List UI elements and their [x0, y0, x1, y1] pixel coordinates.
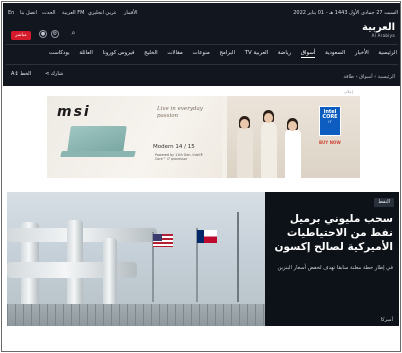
nav-item-gulf[interactable]: الخليج: [144, 50, 158, 56]
top-link-contact[interactable]: اتصل بنا: [20, 10, 37, 16]
article-location: أميركا: [380, 317, 393, 323]
share-button[interactable]: ⋖ شارك: [45, 71, 63, 77]
user-icon[interactable]: ●: [39, 30, 47, 38]
nav-item-articles[interactable]: مقالات: [167, 50, 182, 56]
language-link[interactable]: En: [8, 10, 14, 16]
main-nav: الرئيسية الأخبار السعودية أسواق رياضة ال…: [41, 50, 397, 58]
intel-badge: intel CORE i7: [319, 106, 341, 136]
us-flag-canton: [153, 234, 162, 241]
top-link-alhadath[interactable]: الحدث: [42, 10, 55, 16]
text-size-icon: A↕: [11, 71, 21, 77]
ad-people-panel: intel CORE i7 BUY NOW: [227, 96, 360, 178]
nav-item-sports[interactable]: رياضة: [278, 50, 291, 56]
person-head: [288, 121, 297, 131]
top-link-satellites[interactable]: الأقمار: [124, 10, 137, 16]
article-headline[interactable]: سحب مليوني برميل نفط من الاحتياطيات الأم…: [265, 212, 393, 254]
person-image: [237, 126, 253, 178]
site-logo[interactable]: العربية Al Arabiya: [355, 23, 395, 39]
live-button[interactable]: مباشر: [11, 31, 31, 40]
nav-item-saudi[interactable]: السعودية: [325, 50, 345, 56]
nav-item-tv[interactable]: العربية TV: [245, 50, 268, 56]
person-head: [240, 119, 249, 129]
ad-model: Modern 14 / 15: [153, 144, 195, 150]
pipe-horizontal: [7, 262, 137, 278]
top-link-fm[interactable]: العربية FM: [62, 10, 84, 16]
article-summary: في إطار خطة معلنة سابقا تهدف لخفض أسعار …: [277, 265, 393, 271]
nav-item-news[interactable]: الأخبار: [355, 50, 369, 56]
date-text: السبت 27 جمادى الأول 1443 هـ - 01 يناير …: [293, 10, 398, 16]
buy-now-link[interactable]: BUY NOW: [319, 140, 341, 145]
search-icon[interactable]: ⌕: [69, 29, 78, 38]
settings-icon[interactable]: ⚙: [51, 30, 59, 38]
nav-item-family[interactable]: العائلة: [79, 50, 93, 56]
top-link-english[interactable]: عربي انجليزي: [88, 10, 117, 16]
person-head: [264, 113, 273, 123]
text-size-label: الخط: [20, 71, 32, 77]
nav-item-home[interactable]: الرئيسية: [378, 50, 397, 56]
texas-flag-band: [197, 230, 204, 243]
texas-flag-image: [197, 230, 217, 243]
ad-slogan: Live in everyday passion: [157, 106, 203, 119]
header-divider: [6, 44, 398, 45]
ad-brand-logo: msi: [57, 104, 91, 120]
intel-badge-title: intel CORE: [322, 109, 338, 120]
ad-label: إعلان: [344, 89, 353, 94]
breadcrumb[interactable]: الرئيسية › أسواق › طاقة: [343, 74, 395, 80]
person-image: [261, 122, 277, 178]
nav-item-variety[interactable]: منوعات: [192, 50, 209, 56]
article-photo[interactable]: [7, 192, 265, 326]
nav-item-programs[interactable]: البرامج: [219, 50, 235, 56]
intel-badge-sub: i7: [328, 120, 332, 124]
nav-item-corona[interactable]: فيروس كورونا: [103, 50, 135, 56]
nav-item-podcast[interactable]: بودكاست: [49, 50, 70, 56]
laptop-base-image: [60, 151, 136, 157]
ad-banner[interactable]: msi Live in everyday passion Modern 14 /…: [47, 96, 360, 178]
category-tag[interactable]: النفط: [374, 198, 394, 207]
featured-article[interactable]: النفط سحب مليوني برميل نفط من الاحتياطيا…: [7, 192, 399, 326]
laptop-image: [67, 126, 127, 152]
fence-image: [7, 304, 265, 326]
site-header: السبت 27 جمادى الأول 1443 هـ - 01 يناير …: [3, 3, 400, 87]
logo-english: Al Arabiya: [371, 33, 395, 38]
browser-viewport: السبت 27 جمادى الأول 1443 هـ - 01 يناير …: [1, 1, 401, 352]
share-label: شارك: [50, 71, 64, 77]
power-pole: [237, 212, 239, 302]
us-flag-image: [153, 234, 173, 247]
nav-divider: [6, 64, 398, 65]
text-size-button[interactable]: A↕ الخط: [11, 71, 31, 77]
top-utility-bar: السبت 27 جمادى الأول 1443 هـ - 01 يناير …: [6, 7, 400, 19]
nav-item-markets[interactable]: أسواق: [300, 50, 316, 58]
logo-arabic: العربية: [362, 22, 395, 33]
ad-product-panel: msi Live in everyday passion Modern 14 /…: [47, 96, 222, 178]
ad-powered: Powered by 11th Gen. Intel® Core™ i7 pro…: [155, 153, 204, 161]
person-image: [285, 128, 301, 178]
